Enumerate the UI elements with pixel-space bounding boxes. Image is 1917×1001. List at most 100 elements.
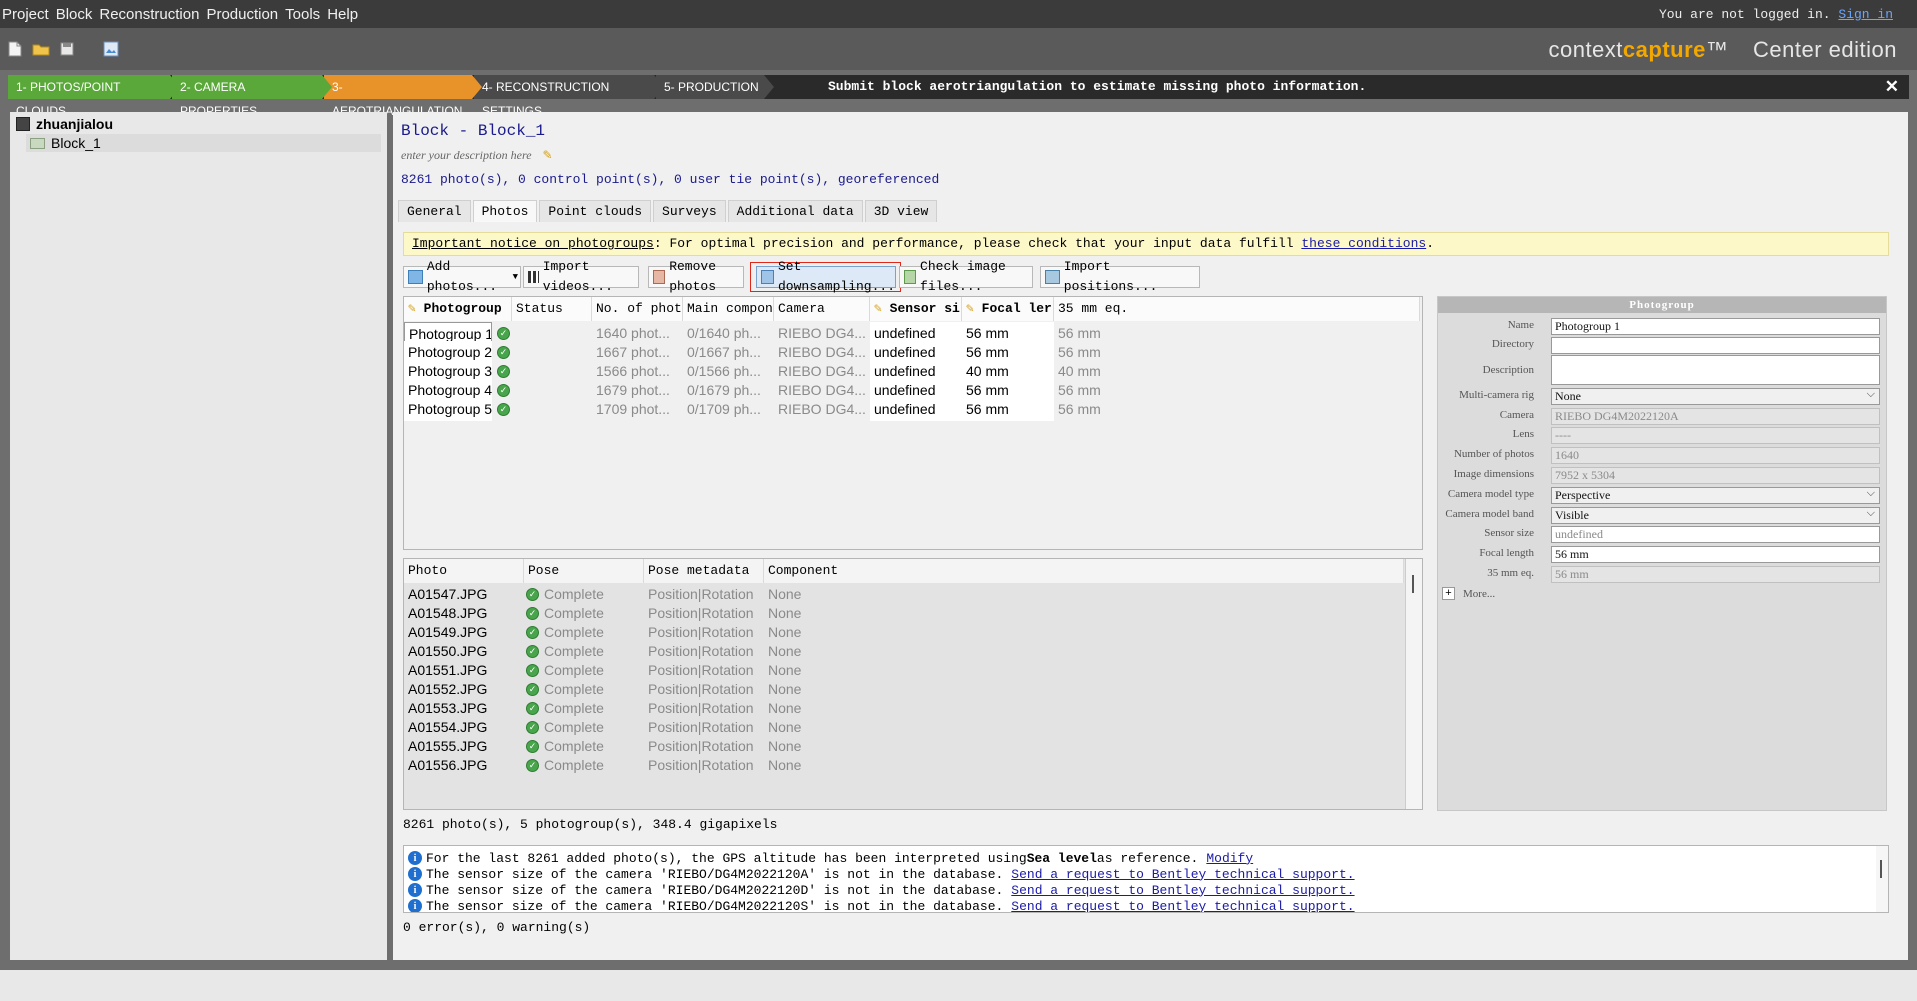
property-field: 1640 xyxy=(1551,447,1880,464)
new-project-icon[interactable] xyxy=(4,38,26,60)
menu-production[interactable]: Production xyxy=(204,6,278,23)
pencil-icon[interactable]: ✎ xyxy=(543,148,553,162)
property-field[interactable]: Photogroup 1 xyxy=(1551,318,1880,335)
column-header-sensor-size[interactable]: ✎ Sensor si xyxy=(870,297,962,321)
header-label: Sensor si xyxy=(889,301,960,316)
column-header-photos[interactable]: No. of photo xyxy=(592,297,683,321)
import-videos-button[interactable]: Import videos... xyxy=(523,259,639,294)
property-field[interactable] xyxy=(1551,355,1880,385)
expand-icon[interactable]: + xyxy=(1442,587,1455,600)
log-link[interactable]: Send a request to Bentley technical supp… xyxy=(1011,899,1354,913)
menu-block[interactable]: Block xyxy=(54,6,93,23)
column-header-35mm[interactable]: 35 mm eq. xyxy=(1054,297,1420,321)
sign-in-link[interactable]: Sign in xyxy=(1838,7,1893,22)
table-cell: A01556.JPG xyxy=(408,757,488,773)
property-field[interactable] xyxy=(1551,337,1880,354)
import-positions-button[interactable]: Import positions... xyxy=(1040,259,1200,294)
description-row[interactable]: enter your description here ✎ xyxy=(401,148,553,163)
save-project-icon[interactable] xyxy=(56,38,78,60)
brand-tm: ™ xyxy=(1705,37,1729,62)
add-photos-button[interactable]: Add photos... ▼ xyxy=(403,259,521,294)
pose-complete-icon: ✓ xyxy=(526,759,539,772)
tab-point-clouds[interactable]: Point clouds xyxy=(539,200,652,222)
column-header-focal-length[interactable]: ✎ Focal ler xyxy=(962,297,1054,321)
property-field[interactable]: 56 mm xyxy=(1551,546,1880,563)
remove-photos-label: Remove photos xyxy=(669,259,716,294)
status-ok-icon: ✓ xyxy=(497,365,510,378)
column-header-component[interactable]: Component xyxy=(764,559,1404,583)
tree-item-project[interactable]: zhuanjialou xyxy=(16,115,113,133)
brand-bold: capture xyxy=(1622,37,1706,62)
menu-project[interactable]: Project xyxy=(0,6,49,23)
column-header-pose-metadata[interactable]: Pose metadata xyxy=(644,559,764,583)
column-header-main-component[interactable]: Main compone xyxy=(683,297,774,321)
info-icon: i xyxy=(408,899,422,912)
property-label: Multi-camera rig xyxy=(1459,389,1534,401)
property-field: 56 mm xyxy=(1551,566,1880,583)
workflow-bar: 1- PHOTOS/POINT CLOUDS 2- CAMERA PROPERT… xyxy=(8,75,1909,118)
table-cell[interactable]: 56 mm xyxy=(962,398,1054,421)
workflow-step-aerotriangulation[interactable]: 3- AEROTRIANGULATION xyxy=(324,75,482,118)
tab-general[interactable]: General xyxy=(398,200,471,222)
more-toggle[interactable]: + More... xyxy=(1442,587,1495,600)
viewer-icon[interactable] xyxy=(100,38,122,60)
import-positions-icon xyxy=(1045,270,1060,284)
login-status: You are not logged in. Sign in xyxy=(1659,7,1893,22)
tab-additional-data[interactable]: Additional data xyxy=(727,200,863,222)
set-downsampling-button[interactable]: Set downsampling... xyxy=(756,259,896,294)
photo-summary: 8261 photo(s), 5 photogroup(s), 348.4 gi… xyxy=(403,817,778,832)
column-header-status[interactable]: Status xyxy=(512,297,592,321)
column-header-pose[interactable]: Pose xyxy=(524,559,644,583)
tree-item-block[interactable]: Block_1 xyxy=(26,134,381,152)
log-scrollbar[interactable] xyxy=(1876,846,1888,912)
column-header-camera[interactable]: Camera xyxy=(774,297,870,321)
workflow-step-camera-properties[interactable]: 2- CAMERA PROPERTIES xyxy=(172,75,332,118)
status-ok-icon: ✓ xyxy=(497,327,510,340)
info-icon: i xyxy=(408,883,422,897)
scrollbar[interactable] xyxy=(1405,559,1422,809)
scrollbar-thumb[interactable] xyxy=(1412,575,1414,593)
workflow-step-photos[interactable]: 1- PHOTOS/POINT CLOUDS xyxy=(8,75,180,118)
table-cell: 56 mm xyxy=(1058,401,1101,417)
workflow-step-production[interactable]: 5- PRODUCTION xyxy=(656,75,774,99)
notice-end: . xyxy=(1426,236,1434,251)
property-field: RIEBO DG4M2022120A xyxy=(1551,408,1880,425)
column-header-photo[interactable]: Photo xyxy=(404,559,524,583)
pose-complete-icon: ✓ xyxy=(526,721,539,734)
header-label: Focal ler xyxy=(981,301,1052,316)
log-scrollbar-thumb[interactable] xyxy=(1880,860,1882,878)
tab-photos[interactable]: Photos xyxy=(472,200,538,222)
log-text: The sensor size of the camera 'RIEBO/DG4… xyxy=(426,898,1004,913)
header-label: 35 mm eq. xyxy=(1058,301,1129,316)
notice-title[interactable]: Important notice on photogroups xyxy=(412,236,654,251)
property-field[interactable]: undefined xyxy=(1551,526,1880,543)
dropdown-arrow-icon[interactable]: ▼ xyxy=(513,267,518,287)
close-icon[interactable]: ✕ xyxy=(1885,77,1899,97)
info-icon: i xyxy=(408,851,422,865)
table-cell[interactable]: Photogroup 5 xyxy=(404,398,492,421)
conditions-link[interactable]: these conditions xyxy=(1301,236,1426,251)
table-row[interactable]: A01556.JPG Complete Position|Rotation None ✓ xyxy=(404,754,1404,777)
property-field[interactable]: None xyxy=(1551,387,1880,405)
tab-3d-view[interactable]: 3D view xyxy=(864,200,938,222)
menu-help[interactable]: Help xyxy=(325,6,358,23)
step-label: 5- PRODUCTION xyxy=(664,80,759,94)
column-header-photogroup[interactable]: ✎ Photogroup xyxy=(404,297,512,321)
open-project-icon[interactable] xyxy=(30,38,52,60)
check-image-files-button[interactable]: Check image files... xyxy=(899,259,1033,294)
workflow-step-reconstruction-settings[interactable]: 4- RECONSTRUCTION SETTINGS xyxy=(474,75,664,118)
pose-complete-icon: ✓ xyxy=(526,740,539,753)
table-row[interactable]: Photogroup 5 1709 phot... 0/1709 ph... RIEB… xyxy=(404,398,1420,421)
pose-complete-icon: ✓ xyxy=(526,683,539,696)
remove-photos-button[interactable]: Remove photos xyxy=(648,259,744,294)
photogroup-table: ✎ Photogroup Status No. of photo Main co… xyxy=(403,296,1423,550)
menu-tools[interactable]: Tools xyxy=(283,6,320,23)
table-cell[interactable]: undefined xyxy=(870,398,962,421)
property-field[interactable]: Perspective xyxy=(1551,486,1880,504)
set-downsampling-label: Set downsampling... xyxy=(777,259,896,294)
property-label: Image dimensions xyxy=(1453,468,1534,480)
menu-reconstruction[interactable]: Reconstruction xyxy=(97,6,199,23)
header-label: No. of photo xyxy=(596,301,683,316)
tab-surveys[interactable]: Surveys xyxy=(653,200,726,222)
property-field[interactable]: Visible xyxy=(1551,506,1880,524)
